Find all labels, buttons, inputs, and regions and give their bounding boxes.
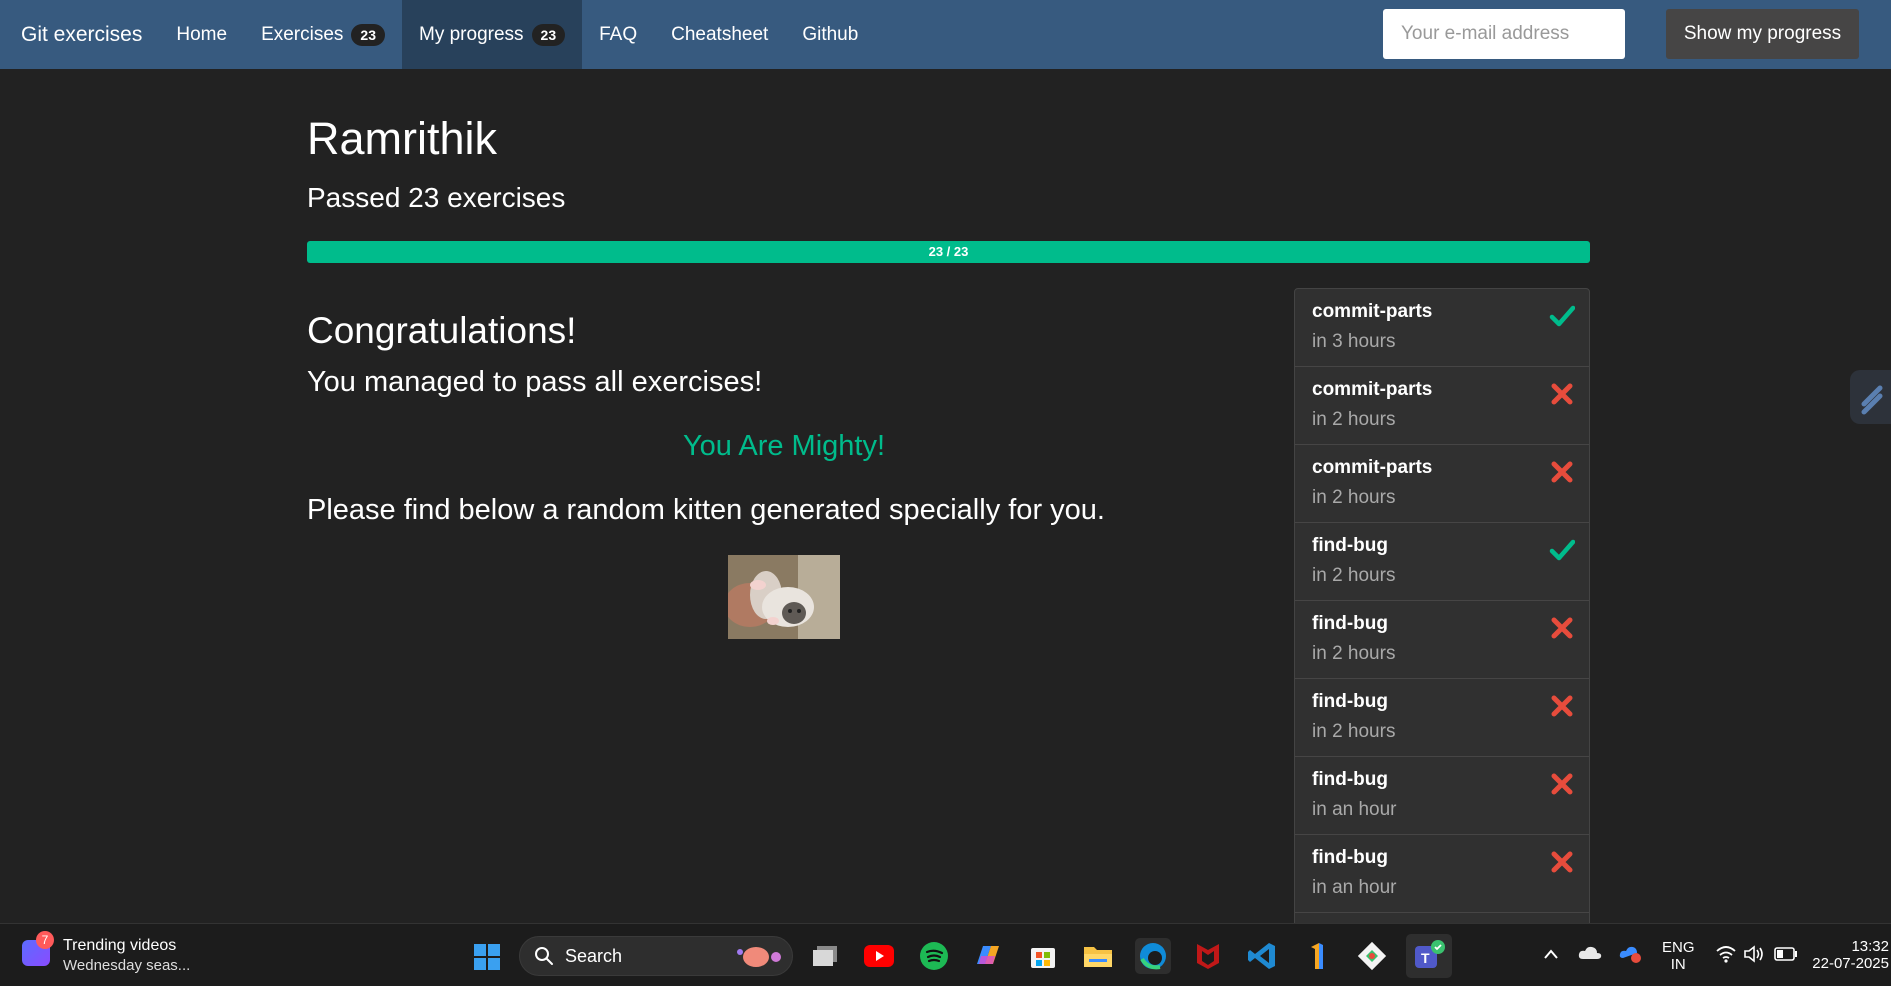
congrats-heading: Congratulations!: [307, 310, 577, 351]
cross-icon: [1551, 383, 1573, 405]
attempt-item[interactable]: find-bug in an hour: [1295, 757, 1589, 835]
attempt-item[interactable]: commit-parts in 2 hours: [1295, 445, 1589, 523]
top-navbar: Git exercises Home Exercises 23 My progr…: [0, 0, 1891, 69]
attempt-item[interactable]: find-bug in 2 hours: [1295, 679, 1589, 757]
kitten-intro-text: Please find below a random kitten genera…: [307, 494, 1105, 526]
nav-cheatsheet-label: Cheatsheet: [671, 23, 769, 45]
progress-bar-fill: 23 / 23: [307, 241, 1590, 263]
progress-bar-label: 23 / 23: [928, 244, 969, 259]
all-passed-text: You managed to pass all exercises!: [307, 366, 763, 398]
language-code: ENG: [1662, 939, 1695, 956]
kitten-image: [728, 555, 840, 639]
nav-faq[interactable]: FAQ: [582, 0, 654, 69]
battery-icon[interactable]: [1774, 947, 1798, 961]
attempt-time: in 2 hours: [1312, 487, 1396, 508]
attempt-exercise-name: find-bug: [1312, 535, 1388, 556]
nav-github[interactable]: Github: [785, 0, 875, 69]
check-icon: [1549, 539, 1575, 561]
wifi-icon[interactable]: [1715, 945, 1737, 963]
attempt-time: in an hour: [1312, 877, 1397, 898]
youtube-icon[interactable]: [861, 938, 897, 974]
attempt-exercise-name: find-bug: [1312, 847, 1388, 868]
file-explorer-icon[interactable]: [1080, 938, 1116, 974]
email-input[interactable]: [1383, 9, 1625, 59]
spotify-icon[interactable]: [916, 938, 952, 974]
attempt-item[interactable]: find-bug in an hour: [1295, 835, 1589, 913]
cloud-icon[interactable]: [1578, 945, 1602, 961]
attempt-time: in 2 hours: [1312, 721, 1396, 742]
windows-start-icon[interactable]: [473, 943, 501, 971]
attempt-time: in 2 hours: [1312, 643, 1396, 664]
sidebar-widget-icon: [1861, 385, 1883, 415]
attempt-exercise-name: commit-parts: [1312, 301, 1433, 322]
search-label: Search: [565, 946, 623, 966]
user-name: Ramrithik: [307, 113, 498, 164]
attempt-time: in an hour: [1312, 799, 1397, 820]
chevron-up-icon[interactable]: [1543, 948, 1559, 960]
news-widget[interactable]: 7 Trending videos Wednesday seas...: [22, 931, 222, 978]
attempt-exercise-name: find-bug: [1312, 613, 1388, 634]
attempt-exercise-name: commit-parts: [1312, 457, 1433, 478]
taskbar-search[interactable]: Search: [519, 936, 793, 976]
nav-my-progress-label: My progress: [419, 23, 524, 45]
news-title: Trending videos: [63, 937, 177, 954]
app-icon[interactable]: [1299, 938, 1335, 974]
nav-faq-label: FAQ: [599, 23, 638, 45]
nav-home-label: Home: [176, 23, 228, 45]
svg-text:T: T: [1421, 950, 1430, 966]
attempt-list: commit-parts in 3 hours commit-parts in …: [1294, 288, 1590, 924]
search-icon: [535, 947, 553, 965]
volume-icon[interactable]: [1743, 944, 1765, 964]
attempt-time: in 2 hours: [1312, 409, 1396, 430]
clock-date: 22-07-2025: [1812, 955, 1889, 972]
edge-icon[interactable]: [1135, 938, 1171, 974]
nav-my-progress[interactable]: My progress 23: [402, 0, 583, 69]
show-progress-button[interactable]: Show my progress: [1666, 9, 1859, 59]
nav-home[interactable]: Home: [159, 0, 244, 69]
cross-icon: [1551, 617, 1573, 639]
nav-cheatsheet[interactable]: Cheatsheet: [654, 0, 785, 69]
search-highlight-icon: [737, 947, 781, 967]
attempt-time: in 2 hours: [1312, 565, 1396, 586]
teams-icon[interactable]: T: [1406, 934, 1452, 978]
vscode-icon[interactable]: [1244, 938, 1280, 974]
windows-taskbar: 7 Trending videos Wednesday seas... Sear…: [0, 923, 1891, 986]
nav-github-label: Github: [802, 23, 859, 45]
onedrive-error-icon[interactable]: [1619, 944, 1643, 964]
cross-icon: [1551, 773, 1573, 795]
copilot-icon[interactable]: [970, 938, 1006, 974]
exercises-count-badge: 23: [351, 23, 385, 46]
attempt-exercise-name: find-bug: [1312, 769, 1388, 790]
attempt-item[interactable]: find-bug in 2 hours: [1295, 523, 1589, 601]
attempt-item[interactable]: find-bug in 2 hours: [1295, 601, 1589, 679]
cross-icon: [1551, 461, 1573, 483]
clock[interactable]: 13:32 22-07-2025: [1812, 938, 1889, 972]
nav-exercises[interactable]: Exercises 23: [244, 0, 402, 69]
cross-icon: [1551, 695, 1573, 717]
attempt-item[interactable]: commit-parts in 3 hours: [1295, 289, 1589, 367]
edge-sidebar-widget[interactable]: [1850, 370, 1891, 424]
mcafee-icon[interactable]: [1190, 938, 1226, 974]
language-indicator[interactable]: ENG IN: [1662, 939, 1695, 973]
progress-bar: 23 / 23: [307, 241, 1590, 263]
news-count-badge: 7: [36, 931, 54, 949]
nav-exercises-label: Exercises: [261, 23, 344, 45]
check-icon: [1549, 305, 1575, 327]
cross-icon: [1551, 851, 1573, 873]
task-view-icon[interactable]: [807, 938, 843, 974]
brand-link[interactable]: Git exercises: [21, 23, 142, 47]
attempt-time: in 3 hours: [1312, 331, 1396, 352]
region-code: IN: [1670, 956, 1686, 973]
passed-count-text: Passed 23 exercises: [307, 182, 566, 213]
git-icon[interactable]: [1354, 938, 1390, 974]
attempt-exercise-name: find-bug: [1312, 691, 1388, 712]
clock-time: 13:32: [1851, 938, 1889, 955]
mighty-text: You Are Mighty!: [682, 430, 886, 462]
progress-count-badge: 23: [531, 23, 566, 46]
attempt-exercise-name: commit-parts: [1312, 379, 1433, 400]
news-subtitle: Wednesday seas...: [63, 957, 191, 974]
store-icon[interactable]: [1025, 938, 1061, 974]
attempt-item[interactable]: commit-parts in 2 hours: [1295, 367, 1589, 445]
